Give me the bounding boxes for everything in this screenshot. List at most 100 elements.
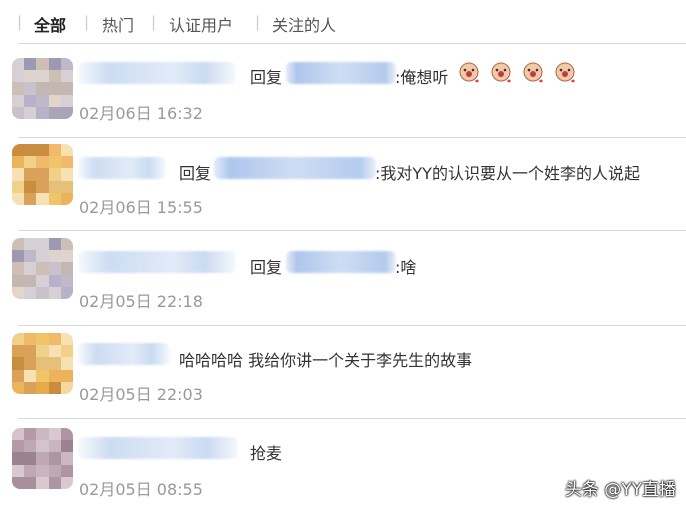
avatar-pixel bbox=[36, 274, 49, 287]
avatar-pixel bbox=[36, 106, 49, 119]
tab-hot[interactable]: 热门 bbox=[102, 12, 134, 36]
avatar-pixel bbox=[24, 250, 37, 263]
avatar-pixel bbox=[60, 286, 73, 299]
comment-text: 哈哈哈哈 我给你讲一个关于李先生的故事 bbox=[179, 351, 473, 370]
avatar-pixel bbox=[36, 464, 49, 477]
avatar-pixel bbox=[12, 333, 25, 346]
avatar-pixel bbox=[36, 180, 49, 193]
avatar-pixel bbox=[48, 238, 61, 251]
username[interactable] bbox=[78, 251, 236, 273]
avatar[interactable] bbox=[12, 144, 73, 205]
avatar-pixel bbox=[12, 94, 25, 107]
tab-verified-users[interactable]: 认证用户 bbox=[169, 12, 233, 36]
avatar-pixel bbox=[12, 70, 25, 83]
avatar-pixel bbox=[36, 357, 49, 370]
avatar-pixel bbox=[24, 238, 37, 251]
crying-face-emoji-icon bbox=[459, 62, 479, 83]
avatar-pixel bbox=[48, 333, 61, 346]
avatar-pixel bbox=[48, 262, 61, 275]
username[interactable] bbox=[78, 62, 236, 84]
avatar-pixel bbox=[12, 440, 25, 453]
avatar-pixel bbox=[36, 476, 49, 489]
avatar-pixel bbox=[60, 440, 73, 453]
avatar-pixel bbox=[48, 464, 61, 477]
avatar-pixel bbox=[60, 180, 73, 193]
avatar-pixel bbox=[24, 94, 37, 107]
avatar-pixel bbox=[12, 381, 25, 394]
avatar-pixel bbox=[24, 345, 37, 358]
avatar-pixel bbox=[60, 274, 73, 287]
avatar[interactable] bbox=[12, 58, 73, 119]
tab-separator: | bbox=[255, 13, 261, 31]
tab-following[interactable]: 关注的人 bbox=[272, 12, 336, 36]
avatar[interactable] bbox=[12, 428, 73, 489]
reply-mention[interactable] bbox=[286, 251, 396, 273]
avatar-pixel bbox=[36, 333, 49, 346]
avatar-pixel bbox=[60, 345, 73, 358]
crying-face-emoji-icon bbox=[555, 62, 575, 83]
avatar-pixel bbox=[24, 440, 37, 453]
avatar-pixel bbox=[24, 464, 37, 477]
comment-divider bbox=[18, 230, 686, 231]
avatar-pixel bbox=[36, 250, 49, 263]
avatar-pixel bbox=[12, 144, 25, 157]
avatar-pixel bbox=[48, 286, 61, 299]
avatar-pixel bbox=[24, 452, 37, 465]
avatar-pixel bbox=[12, 345, 25, 358]
tab-separator: | bbox=[84, 13, 90, 31]
avatar-pixel bbox=[60, 144, 73, 157]
avatar[interactable] bbox=[12, 238, 73, 299]
avatar-pixel bbox=[60, 238, 73, 251]
avatar-pixel bbox=[60, 333, 73, 346]
avatar-pixel bbox=[48, 428, 61, 441]
comment-timestamp: 02月05日 22:03 bbox=[79, 385, 203, 404]
comment-text: 抢麦 bbox=[250, 444, 283, 463]
username[interactable] bbox=[78, 343, 170, 365]
avatar-pixel bbox=[24, 58, 37, 71]
reply-mention[interactable] bbox=[214, 157, 376, 179]
avatar-pixel bbox=[36, 70, 49, 83]
comment-divider bbox=[18, 325, 686, 326]
avatar[interactable] bbox=[12, 333, 73, 394]
avatar-pixel bbox=[60, 192, 73, 205]
avatar-pixel bbox=[24, 262, 37, 275]
avatar-pixel bbox=[36, 58, 49, 71]
avatar-pixel bbox=[60, 58, 73, 71]
avatar-pixel bbox=[48, 156, 61, 169]
avatar-pixel bbox=[24, 286, 37, 299]
avatar-pixel bbox=[36, 369, 49, 382]
avatar-pixel bbox=[36, 168, 49, 181]
avatar-pixel bbox=[48, 357, 61, 370]
avatar-pixel bbox=[60, 250, 73, 263]
avatar-pixel bbox=[12, 286, 25, 299]
avatar-pixel bbox=[24, 369, 37, 382]
avatar-pixel bbox=[48, 180, 61, 193]
avatar-pixel bbox=[48, 70, 61, 83]
avatar-pixel bbox=[12, 168, 25, 181]
avatar-pixel bbox=[48, 345, 61, 358]
avatar-pixel bbox=[48, 452, 61, 465]
crying-face-emoji-icon bbox=[523, 62, 543, 83]
comment-text: :啥 bbox=[395, 258, 417, 277]
reply-mention[interactable] bbox=[286, 62, 396, 84]
avatar-pixel bbox=[12, 156, 25, 169]
comment-text: :我对YY的认识要从一个姓李的人说起 bbox=[375, 164, 640, 183]
avatar-pixel bbox=[12, 58, 25, 71]
avatar-pixel bbox=[60, 106, 73, 119]
avatar-pixel bbox=[12, 82, 25, 95]
avatar-pixel bbox=[24, 156, 37, 169]
avatar-pixel bbox=[24, 144, 37, 157]
username[interactable] bbox=[78, 437, 238, 459]
username[interactable] bbox=[78, 157, 166, 179]
avatar-pixel bbox=[12, 464, 25, 477]
avatar-pixel bbox=[12, 192, 25, 205]
comment-timestamp: 02月05日 22:18 bbox=[79, 292, 203, 311]
avatar-pixel bbox=[48, 440, 61, 453]
avatar-pixel bbox=[36, 238, 49, 251]
avatar-pixel bbox=[12, 180, 25, 193]
avatar-pixel bbox=[60, 464, 73, 477]
avatar-pixel bbox=[48, 144, 61, 157]
tab-all[interactable]: 全部 bbox=[34, 12, 66, 36]
reply-prefix: 回复 bbox=[250, 258, 283, 277]
avatar-pixel bbox=[48, 274, 61, 287]
